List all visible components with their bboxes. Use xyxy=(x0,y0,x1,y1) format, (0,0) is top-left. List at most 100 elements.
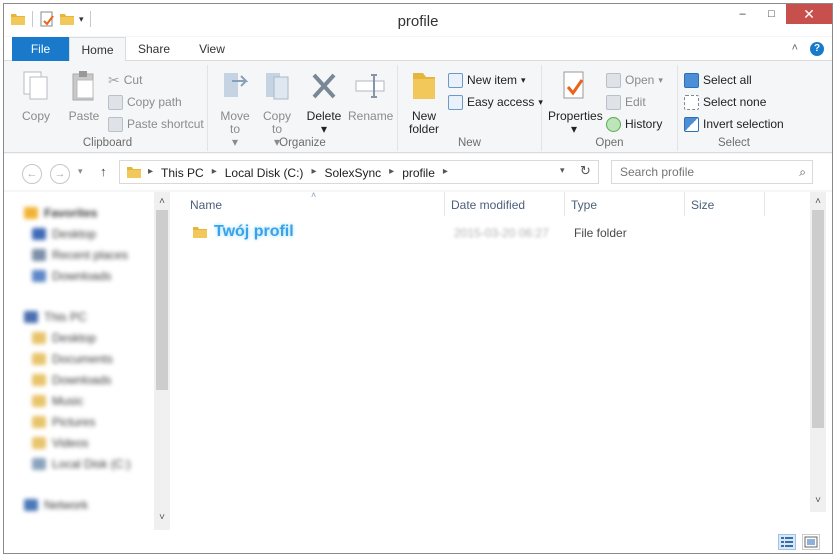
rename-button[interactable]: Rename xyxy=(348,69,393,123)
column-divider[interactable] xyxy=(444,192,445,216)
column-divider[interactable] xyxy=(564,192,565,216)
new-item-button[interactable]: New item ▾ xyxy=(448,71,526,89)
nav-downloads[interactable]: Downloads xyxy=(24,265,154,286)
nav-local-disk[interactable]: Local Disk (C:) xyxy=(24,453,154,474)
scroll-up-icon[interactable]: ˄ xyxy=(812,196,824,208)
ribbon-tabs: File Home Share View ˄ ? xyxy=(4,37,832,62)
breadcrumb-separator[interactable]: ▸ xyxy=(148,166,153,180)
column-type[interactable]: Type xyxy=(571,198,597,212)
address-dropdown-icon[interactable]: ▾ xyxy=(560,165,565,176)
column-divider[interactable] xyxy=(684,192,685,216)
new-item-icon xyxy=(448,72,463,88)
nav-documents[interactable]: Documents xyxy=(24,348,154,369)
forward-button[interactable]: → xyxy=(50,164,70,184)
nav-desktop[interactable]: Desktop xyxy=(24,223,154,244)
drive-icon xyxy=(32,457,46,470)
search-icon[interactable]: ⌕ xyxy=(799,165,806,180)
close-button[interactable]: ✕ xyxy=(786,4,832,24)
nav-scrollbar[interactable]: ˄ ˅ xyxy=(154,192,170,530)
file-name[interactable]: Twój profil xyxy=(214,223,294,241)
chevron-up-icon[interactable]: ˄ xyxy=(792,42,798,56)
title-bar: ▾ profile – □ ✕ xyxy=(4,4,832,36)
select-none-label: Select none xyxy=(703,95,767,109)
back-button[interactable]: ← xyxy=(22,164,42,184)
network-icon xyxy=(24,498,38,511)
scroll-down-icon[interactable]: ˅ xyxy=(156,512,168,524)
address-bar[interactable]: ▸ This PC ▸ Local Disk (C:) ▸ SolexSync … xyxy=(119,160,599,184)
nav-pictures[interactable]: Pictures xyxy=(24,411,154,432)
properties-button[interactable]: Properties ▾ xyxy=(548,69,603,136)
tab-view[interactable]: View xyxy=(187,37,237,61)
folder-icon xyxy=(32,331,46,344)
help-icon[interactable]: ? xyxy=(810,42,824,56)
nav-recent-places[interactable]: Recent places xyxy=(24,244,154,265)
nav-scrollbar-thumb[interactable] xyxy=(156,210,168,390)
minimize-button[interactable]: – xyxy=(728,4,757,24)
clipboard-group: Copy Paste ✂ Cut Copy path Paste shortcu… xyxy=(8,65,208,151)
tab-home[interactable]: Home xyxy=(69,37,126,62)
nav-music[interactable]: Music xyxy=(24,390,154,411)
cut-button[interactable]: ✂ Cut xyxy=(108,71,142,89)
scroll-up-icon[interactable]: ˄ xyxy=(156,196,168,208)
organize-group: Move to ▾ Copy to ▾ Delete ▾ Rename Organiz… xyxy=(208,65,398,151)
edit-button[interactable]: Edit xyxy=(606,93,646,111)
column-header: ˄ Name Date modified Type Size xyxy=(172,190,812,216)
breadcrumb-separator[interactable]: ▸ xyxy=(212,166,217,180)
column-divider[interactable] xyxy=(764,192,765,216)
copy-button[interactable]: Copy xyxy=(16,69,56,123)
up-button[interactable]: ↑ xyxy=(100,164,107,179)
edit-icon xyxy=(606,94,621,110)
delete-button[interactable]: Delete ▾ xyxy=(304,69,344,136)
open-group-label: Open xyxy=(595,137,624,149)
invert-selection-button[interactable]: Invert selection xyxy=(684,115,784,133)
open-label: Open xyxy=(625,73,655,87)
nav-this-pc[interactable]: This PC xyxy=(24,306,154,327)
select-all-button[interactable]: Select all xyxy=(684,71,752,89)
open-icon xyxy=(606,72,621,88)
open-button[interactable]: Open ▾ xyxy=(606,71,663,89)
refresh-icon[interactable]: ↻ xyxy=(580,163,591,179)
breadcrumb-this-pc[interactable]: This PC xyxy=(161,166,204,180)
nav-favorites[interactable]: Favorites xyxy=(24,202,154,223)
breadcrumb-separator[interactable]: ▸ xyxy=(443,166,448,180)
tab-file[interactable]: File xyxy=(12,37,69,61)
history-button[interactable]: History xyxy=(606,115,662,133)
ribbon-controls: ˄ ? xyxy=(792,42,824,56)
nav-network[interactable]: Network xyxy=(24,494,154,515)
breadcrumb-solexsync[interactable]: SolexSync xyxy=(324,166,381,180)
nav-tree: Favorites Desktop Recent places Download… xyxy=(24,202,154,515)
tab-share[interactable]: Share xyxy=(129,37,179,61)
breadcrumb-separator[interactable]: ▸ xyxy=(389,166,394,180)
content-scrollbar[interactable]: ˄ ˅ xyxy=(810,192,826,512)
new-folder-button[interactable]: New folder xyxy=(404,69,444,136)
file-row[interactable]: Twój profil 2015-03-20 06:27 File folder xyxy=(186,222,806,244)
content-scrollbar-thumb[interactable] xyxy=(812,210,824,428)
copy-path-button[interactable]: Copy path xyxy=(108,93,182,111)
details-view-button[interactable] xyxy=(778,534,796,550)
back-arrow-icon: ← xyxy=(26,168,38,180)
breadcrumb-separator[interactable]: ▸ xyxy=(311,166,316,180)
nav-videos[interactable]: Videos xyxy=(24,432,154,453)
open-group: Properties ▾ Open ▾ Edit History Open xyxy=(542,65,678,151)
copy-to-label: Copy to xyxy=(262,109,291,136)
nav-pc-desktop[interactable]: Desktop xyxy=(24,327,154,348)
breadcrumb-profile[interactable]: profile xyxy=(402,166,435,180)
large-icons-view-button[interactable] xyxy=(802,534,820,550)
select-none-button[interactable]: Select none xyxy=(684,93,766,111)
scroll-down-icon[interactable]: ˅ xyxy=(812,495,824,507)
paste-button[interactable]: Paste xyxy=(64,69,104,123)
breadcrumb-local-disk[interactable]: Local Disk (C:) xyxy=(225,166,304,180)
column-size[interactable]: Size xyxy=(691,198,714,212)
recent-locations-dropdown[interactable]: ▾ xyxy=(78,166,83,177)
easy-access-button[interactable]: Easy access ▾ xyxy=(448,93,543,111)
column-date-modified[interactable]: Date modified xyxy=(451,198,525,212)
edit-label: Edit xyxy=(625,95,646,109)
folder-icon xyxy=(32,352,46,365)
column-name[interactable]: Name xyxy=(190,198,222,212)
nav-pc-downloads[interactable]: Downloads xyxy=(24,369,154,390)
paste-shortcut-button[interactable]: Paste shortcut xyxy=(108,115,204,133)
search-input[interactable] xyxy=(620,162,790,182)
window-controls: – □ ✕ xyxy=(728,4,832,24)
search-box[interactable]: ⌕ xyxy=(611,160,813,184)
maximize-button[interactable]: □ xyxy=(757,4,786,24)
